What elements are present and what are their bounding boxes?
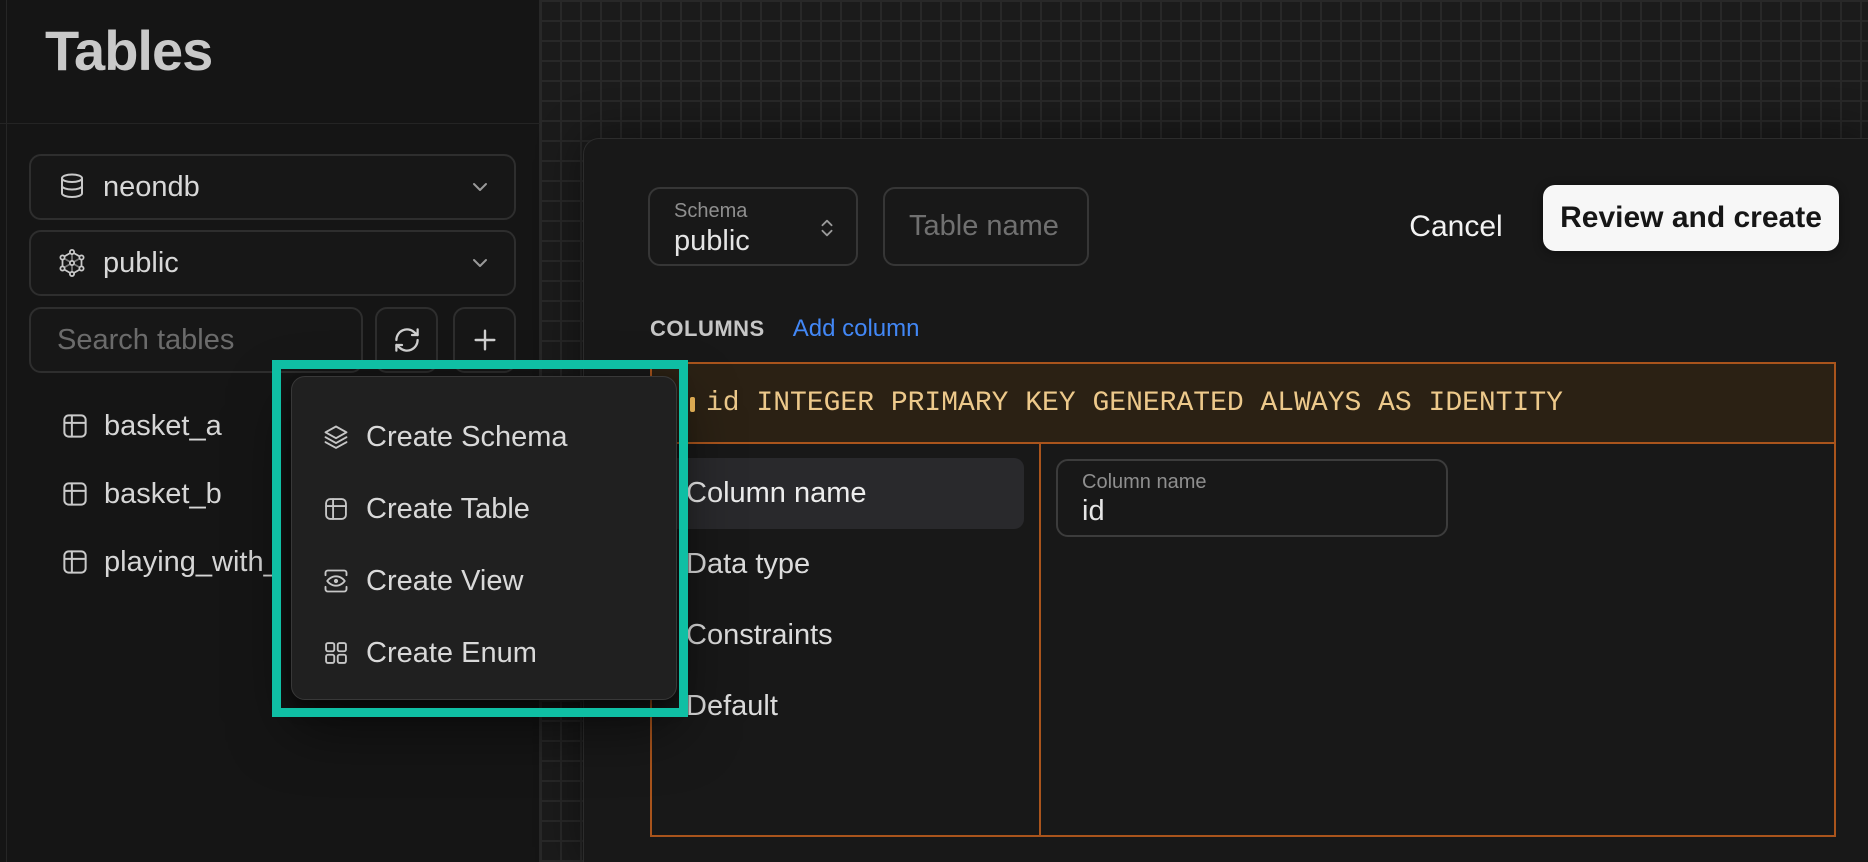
- schema-select[interactable]: public: [29, 230, 516, 296]
- cancel-button[interactable]: Cancel: [1390, 187, 1522, 266]
- schema-field-value: public: [674, 225, 816, 258]
- schema-select-value: public: [103, 247, 468, 280]
- layers-icon: [322, 423, 350, 451]
- add-column-link[interactable]: Add column: [793, 315, 920, 343]
- nav-item-default[interactable]: Default: [664, 671, 1024, 742]
- table-icon: [60, 547, 90, 577]
- menu-item-create-schema[interactable]: Create Schema: [292, 401, 676, 473]
- hidden-glyph-fragment: [690, 397, 695, 412]
- review-and-create-button[interactable]: Review and create: [1543, 185, 1839, 251]
- column-name-field-label: Column name: [1082, 471, 1207, 493]
- table-icon: [322, 495, 350, 523]
- menu-item-label: Create Enum: [366, 637, 537, 670]
- menu-item-label: Create Table: [366, 493, 530, 526]
- refresh-icon: [392, 325, 422, 355]
- table-item-label: basket_b: [104, 478, 222, 511]
- refresh-button[interactable]: [375, 307, 438, 373]
- menu-item-create-table[interactable]: Create Table: [292, 473, 676, 545]
- add-table-button[interactable]: [453, 307, 516, 373]
- menu-item-create-view[interactable]: Create View: [292, 545, 676, 617]
- schema-field-label: Schema: [674, 200, 816, 223]
- menu-item-create-enum[interactable]: Create Enum: [292, 617, 676, 689]
- schema-field-select[interactable]: Schema public: [648, 187, 858, 266]
- nav-item-constraints[interactable]: Constraints: [664, 600, 1024, 671]
- columns-header: COLUMNS: [650, 316, 765, 342]
- table-name-input[interactable]: [885, 189, 1087, 264]
- grid-icon: [322, 639, 350, 667]
- nav-item-data-type[interactable]: Data type: [664, 529, 1024, 600]
- column-definition-panel: id INTEGER PRIMARY KEY GENERATED ALWAYS …: [650, 362, 1836, 837]
- column-form-nav: Column name Data type Constraints Defaul…: [652, 444, 1041, 835]
- search-tables-input[interactable]: [31, 309, 361, 371]
- search-tables-box: [29, 307, 363, 373]
- sidebar-divider: [0, 123, 540, 124]
- table-item-label: basket_a: [104, 410, 222, 443]
- table-name-field: [883, 187, 1089, 266]
- table-icon: [60, 411, 90, 441]
- columns-header-row: COLUMNS Add column: [650, 315, 919, 343]
- chevron-down-icon: [468, 251, 492, 275]
- database-icon: [57, 172, 87, 202]
- menu-item-label: Create Schema: [366, 421, 568, 454]
- column-form-body: Column name Data type Constraints Defaul…: [652, 444, 1834, 835]
- table-item-label: playing_with_: [104, 546, 280, 579]
- menu-item-label: Create View: [366, 565, 523, 598]
- database-select[interactable]: neondb: [29, 154, 516, 220]
- column-name-field: Column name: [1056, 459, 1448, 537]
- page-title: Tables: [45, 18, 212, 83]
- chevrons-up-down-icon: [816, 214, 838, 242]
- table-icon: [60, 479, 90, 509]
- chevron-down-icon: [468, 175, 492, 199]
- create-menu: Create Schema Create Table Create View: [291, 376, 677, 700]
- column-form-main: Column name: [1041, 444, 1834, 835]
- column-sql-row[interactable]: id INTEGER PRIMARY KEY GENERATED ALWAYS …: [652, 364, 1834, 444]
- database-select-value: neondb: [103, 171, 468, 204]
- column-sql-text: id INTEGER PRIMARY KEY GENERATED ALWAYS …: [706, 388, 1563, 419]
- column-name-input[interactable]: [1082, 495, 1428, 528]
- view-eye-icon: [322, 567, 350, 595]
- schema-icon: [57, 248, 87, 278]
- plus-icon: [469, 324, 501, 356]
- nav-item-column-name[interactable]: Column name: [664, 458, 1024, 529]
- tables-page: Tables neondb: [0, 0, 1868, 862]
